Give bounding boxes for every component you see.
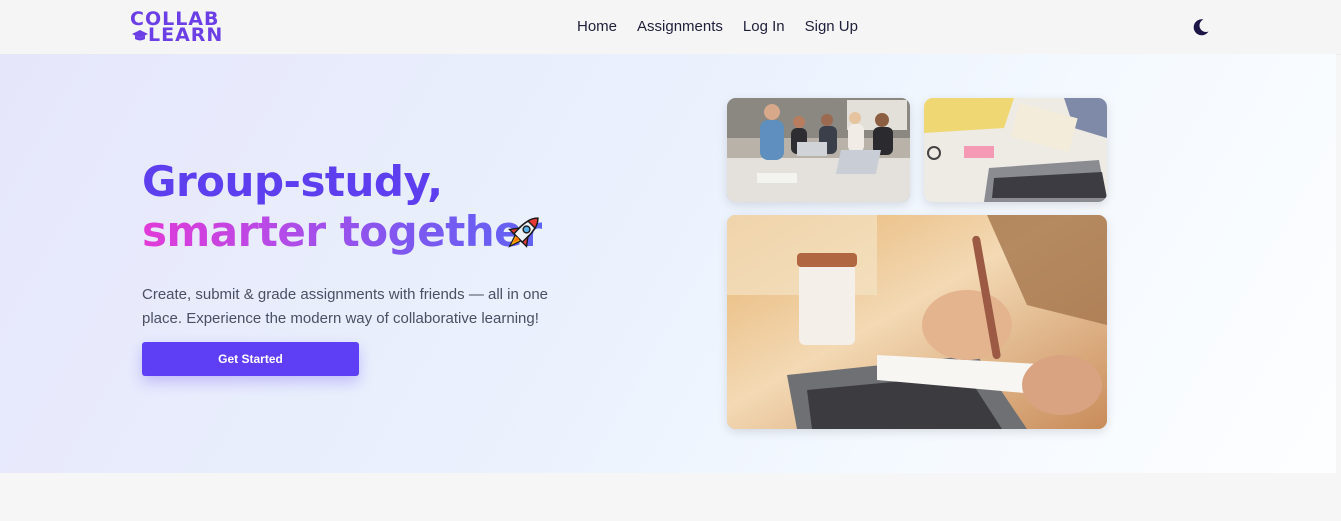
graduation-cap-icon bbox=[132, 30, 148, 41]
get-started-button[interactable]: Get Started bbox=[142, 342, 359, 376]
hero-section: Group-study, smarter together Create, su… bbox=[0, 54, 1336, 473]
hero-title-line2: smarter together bbox=[142, 207, 543, 256]
nav-link-signup[interactable]: Sign Up bbox=[805, 18, 858, 35]
hero-title-line1: Group-study, bbox=[142, 157, 443, 206]
logo-line2: LEARN bbox=[148, 24, 224, 46]
nav-link-login[interactable]: Log In bbox=[743, 18, 785, 35]
rocket-icon bbox=[508, 217, 539, 248]
nav-link-home[interactable]: Home bbox=[577, 18, 617, 35]
nav-link-assignments[interactable]: Assignments bbox=[637, 18, 723, 35]
logo[interactable]: COLLAB LEARN bbox=[130, 8, 224, 46]
students-group-photo bbox=[727, 98, 910, 202]
notebook-laptop-photo bbox=[924, 98, 1107, 202]
hero-description: Create, submit & grade assignments with … bbox=[142, 286, 549, 327]
nav-links: Home Assignments Log In Sign Up bbox=[577, 18, 858, 35]
navbar: COLLAB LEARN Home Assignments Log In Sig… bbox=[0, 0, 1341, 55]
moon-icon[interactable] bbox=[1191, 17, 1211, 37]
writing-notebook-photo bbox=[727, 215, 1107, 429]
